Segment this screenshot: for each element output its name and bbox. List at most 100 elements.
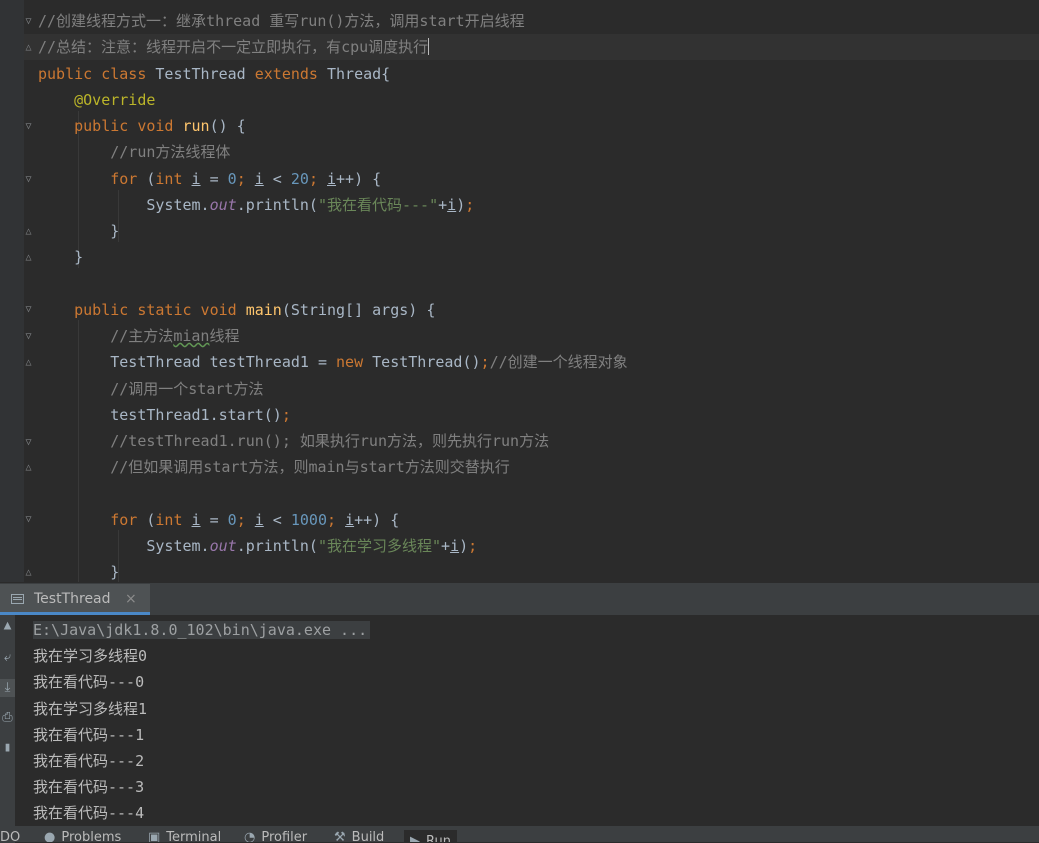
code-token: ;: [236, 510, 255, 529]
code-token: "我在学习多线程": [317, 537, 442, 555]
close-icon[interactable]: ×: [125, 584, 137, 615]
code-token: () {: [209, 117, 246, 135]
fold-marker-icon[interactable]: △: [23, 462, 34, 473]
code-token: i: [450, 537, 460, 555]
console-text: 我在学习多线程1: [33, 699, 148, 718]
up-arrow-icon[interactable]: ▲: [0, 617, 15, 635]
console-text: E:\Java\jdk1.8.0_102\bin\java.exe ...: [33, 621, 371, 639]
console-line: 我在看代码---3: [33, 774, 144, 800]
code-token: 1000: [290, 510, 327, 529]
fold-marker-icon[interactable]: ▽: [23, 514, 34, 525]
code-token: //testThread1.run(); 如果执行run方法，则先执行run方法: [110, 432, 550, 450]
code-token: ++) {: [336, 169, 382, 188]
soft-wrap-icon[interactable]: ⤶: [0, 649, 15, 667]
code-token: public void: [74, 117, 183, 135]
console-line: 我在看代码---1: [33, 722, 144, 748]
bottom-tool-bar: DO ● Problems ▣ Terminal ◔ Profiler ⚒ Build ▶ Run: [0, 826, 1039, 842]
code-token: mian: [173, 327, 210, 345]
fold-marker-icon[interactable]: △: [23, 252, 34, 263]
tool-button-label: DO: [0, 830, 21, 842]
fold-marker-icon[interactable]: △: [23, 42, 34, 53]
code-token: for: [110, 510, 147, 529]
code-token: public static void: [74, 300, 246, 319]
print-icon[interactable]: ⎙: [0, 709, 15, 727]
fold-marker-icon[interactable]: ▽: [23, 331, 34, 342]
tool-button-label: Build: [351, 830, 385, 842]
tool-button-label: Profiler: [261, 830, 308, 842]
console-command: E:\Java\jdk1.8.0_102\bin\java.exe ...: [33, 617, 371, 643]
code-token: i: [254, 510, 264, 529]
tool-button-build[interactable]: ⚒ Build: [334, 830, 384, 842]
code-token: }: [38, 563, 120, 582]
build-icon: ⚒: [334, 830, 346, 842]
fold-marker-icon[interactable]: ▽: [23, 304, 34, 315]
tab-label: TestThread: [34, 591, 111, 607]
code-line: for (int i = 0; i < 1000; i++) {: [38, 507, 399, 533]
code-token: //创建一个线程对象: [489, 353, 628, 372]
code-token: +: [438, 195, 448, 214]
code-token: ;: [480, 353, 490, 372]
tool-button-terminal[interactable]: ▣ Terminal: [148, 830, 221, 842]
console-line: 我在学习多线程1: [33, 696, 147, 722]
code-token: "我在看代码---": [317, 195, 439, 214]
code-token: run: [182, 117, 210, 135]
code-token: }: [38, 222, 120, 240]
code-token: i: [447, 195, 457, 214]
console-line: 我在看代码---2: [33, 748, 144, 774]
trash-icon[interactable]: ▮: [0, 739, 15, 757]
code-token: testThread1.start(): [110, 405, 282, 424]
console-text: 我在学习多线程0: [33, 647, 148, 666]
fold-marker-icon[interactable]: △: [23, 567, 34, 578]
code-token: extends: [254, 64, 327, 83]
code-token: out: [209, 537, 237, 555]
code-line: for (int i = 0; i < 20; i++) {: [38, 166, 381, 192]
code-token: 0: [227, 510, 237, 529]
fold-marker-icon[interactable]: ▽: [23, 437, 34, 448]
code-token: i: [191, 169, 201, 188]
fold-marker-icon[interactable]: △: [23, 226, 34, 237]
tool-button-do[interactable]: DO: [0, 830, 20, 842]
code-token: System.: [146, 195, 210, 214]
fold-marker-icon[interactable]: ▽: [23, 16, 34, 27]
console-text: 我在看代码---0: [33, 673, 145, 692]
code-editor[interactable]: ▽ △ ▽ ▽ △ △ ▽ ▽ △ ▽ △ ▽ △ //创建线程方式一：继承thread 重写run()…: [0, 0, 1039, 582]
problems-icon: ●: [44, 830, 56, 842]
code-token: i: [327, 169, 337, 188]
fold-marker-icon[interactable]: ▽: [23, 121, 34, 132]
code-token: 0: [227, 169, 237, 188]
code-token: +: [441, 537, 451, 555]
code-token: =: [200, 510, 228, 529]
code-line: }: [38, 244, 83, 270]
code-line: public void run() {: [38, 113, 246, 139]
tool-button-profiler[interactable]: ◔ Profiler: [244, 830, 307, 842]
code-line: //testThread1.run(); 如果执行run方法，则先执行run方法: [38, 428, 549, 454]
code-line: System.out.println("我在看代码---"+i);: [38, 192, 474, 218]
console-text: 我在看代码---3: [33, 778, 145, 797]
code-line: //主方法mian线程: [38, 323, 239, 349]
console-line: 我在看代码---0: [33, 669, 144, 695]
fold-marker-icon[interactable]: △: [23, 357, 34, 368]
editor-gutter: [0, 0, 24, 582]
code-token: <: [263, 169, 291, 188]
tab-testthread[interactable]: TestThread ×: [0, 584, 150, 615]
scroll-to-end-icon[interactable]: ⤓: [0, 679, 15, 697]
tool-button-run[interactable]: ▶ Run: [404, 830, 457, 842]
run-side-toolbar: ▲ ⤶ ⤓ ⎙ ▮: [0, 615, 15, 843]
text-caret: [428, 38, 430, 56]
console-text: 我在看代码---2: [33, 752, 145, 770]
code-token: i: [191, 510, 201, 529]
code-token: ): [456, 195, 466, 214]
code-token: TestThread(): [372, 353, 481, 372]
run-tool-window: TestThread × ▲ ⤶ ⤓ ⎙ ▮ E:\Java\jdk1.8.0_…: [0, 583, 1039, 843]
tool-button-problems[interactable]: ● Problems: [44, 830, 121, 842]
fold-marker-icon[interactable]: ▽: [23, 174, 34, 185]
code-token: =: [200, 169, 228, 188]
